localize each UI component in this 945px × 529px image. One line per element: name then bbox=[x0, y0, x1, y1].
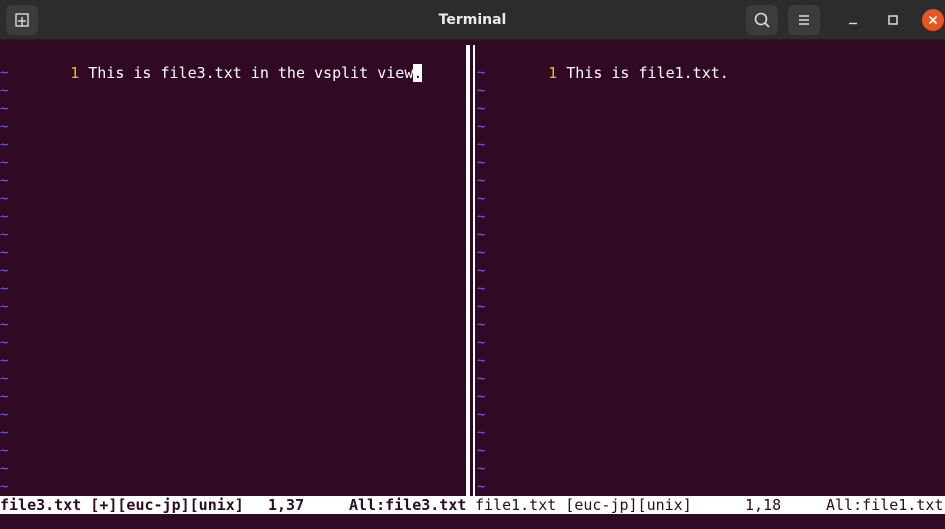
command-line[interactable] bbox=[0, 514, 945, 529]
close-icon bbox=[928, 15, 938, 25]
left-status-scroll: All:file3.txt bbox=[349, 496, 466, 514]
right-pane-line-1: 1 This is file1.txt. bbox=[494, 46, 729, 82]
empty-line-tilde: ~ bbox=[477, 353, 486, 369]
minimize-button[interactable] bbox=[842, 9, 864, 31]
empty-line-tilde: ~ bbox=[477, 227, 486, 243]
empty-line-tilde: ~ bbox=[477, 263, 486, 279]
maximize-button[interactable] bbox=[882, 9, 904, 31]
empty-line-tilde: ~ bbox=[477, 479, 486, 495]
search-button[interactable] bbox=[746, 5, 778, 35]
empty-line-tilde: ~ bbox=[477, 335, 486, 351]
empty-line-tilde: ~ bbox=[477, 371, 486, 387]
right-line-number: 1 bbox=[548, 64, 558, 82]
empty-line-tilde: ~ bbox=[477, 461, 486, 477]
search-icon bbox=[754, 12, 770, 28]
empty-line-tilde: ~ bbox=[0, 425, 9, 441]
empty-line-tilde: ~ bbox=[0, 407, 9, 423]
empty-line-tilde: ~ bbox=[0, 119, 9, 135]
left-pane-line-1: 1 This is file3.txt in the vsplit view. bbox=[16, 46, 423, 82]
empty-line-tilde: ~ bbox=[477, 191, 486, 207]
empty-line-tilde: ~ bbox=[477, 389, 486, 405]
empty-line-tilde: ~ bbox=[0, 191, 9, 207]
empty-line-tilde: ~ bbox=[0, 173, 9, 189]
empty-line-tilde: ~ bbox=[477, 443, 486, 459]
empty-line-tilde: ~ bbox=[0, 353, 9, 369]
empty-line-tilde: ~ bbox=[477, 83, 486, 99]
empty-line-tilde: ~ bbox=[477, 155, 486, 171]
empty-line-tilde: ~ bbox=[0, 65, 9, 81]
empty-line-tilde: ~ bbox=[0, 281, 9, 297]
right-line-text: This is file1.txt. bbox=[566, 64, 729, 82]
empty-line-tilde: ~ bbox=[0, 371, 9, 387]
empty-line-tilde: ~ bbox=[0, 101, 9, 117]
right-status-file: file1.txt [euc-jp][unix] bbox=[475, 496, 692, 514]
empty-line-tilde: ~ bbox=[477, 281, 486, 297]
empty-line-tilde: ~ bbox=[0, 335, 9, 351]
right-status-scroll: All:file1.txt bbox=[826, 496, 944, 514]
terminal-window: Terminal 1 This is file3.txt in the vspl… bbox=[0, 0, 945, 529]
empty-line-tilde: ~ bbox=[0, 83, 9, 99]
empty-line-tilde: ~ bbox=[0, 263, 9, 279]
right-status-position: 1,18 bbox=[745, 496, 782, 514]
empty-line-tilde: ~ bbox=[0, 245, 9, 261]
left-line-text: This is file3.txt in the vsplit view bbox=[88, 64, 414, 82]
empty-line-tilde: ~ bbox=[477, 407, 486, 423]
empty-line-tilde: ~ bbox=[0, 209, 9, 225]
hamburger-menu-icon bbox=[799, 15, 809, 25]
title-bar: Terminal bbox=[0, 0, 945, 40]
minimize-icon bbox=[849, 22, 857, 25]
empty-line-tilde: ~ bbox=[0, 299, 9, 315]
left-line-number: 1 bbox=[70, 64, 80, 82]
maximize-icon bbox=[888, 15, 898, 25]
empty-line-tilde: ~ bbox=[477, 137, 486, 153]
empty-line-tilde: ~ bbox=[0, 317, 9, 333]
menu-button[interactable] bbox=[788, 5, 820, 35]
text-cursor: . bbox=[413, 64, 423, 82]
empty-line-tilde: ~ bbox=[0, 227, 9, 243]
empty-line-tilde: ~ bbox=[477, 245, 486, 261]
empty-line-tilde: ~ bbox=[0, 443, 9, 459]
empty-line-tilde: ~ bbox=[0, 137, 9, 153]
left-status-position: 1,37 bbox=[268, 496, 305, 514]
empty-line-tilde: ~ bbox=[0, 389, 9, 405]
empty-line-tilde: ~ bbox=[477, 209, 486, 225]
empty-line-tilde: ~ bbox=[477, 65, 486, 81]
left-status-line: file3.txt [+][euc-jp][unix] 1,37 All:fil… bbox=[0, 496, 466, 514]
close-button[interactable] bbox=[922, 9, 944, 31]
empty-line-tilde: ~ bbox=[0, 155, 9, 171]
empty-line-tilde: ~ bbox=[0, 461, 9, 477]
right-status-line: file1.txt [euc-jp][unix] 1,18 All:file1.… bbox=[466, 496, 945, 514]
left-status-file: file3.txt [+][euc-jp][unix] bbox=[0, 496, 244, 514]
empty-line-tilde: ~ bbox=[477, 119, 486, 135]
empty-line-tilde: ~ bbox=[477, 299, 486, 315]
empty-line-tilde: ~ bbox=[477, 317, 486, 333]
empty-line-tilde: ~ bbox=[477, 101, 486, 117]
terminal-content[interactable]: 1 This is file3.txt in the vsplit view. … bbox=[0, 40, 945, 529]
empty-line-tilde: ~ bbox=[0, 479, 9, 495]
empty-line-tilde: ~ bbox=[477, 173, 486, 189]
empty-line-tilde: ~ bbox=[477, 425, 486, 441]
